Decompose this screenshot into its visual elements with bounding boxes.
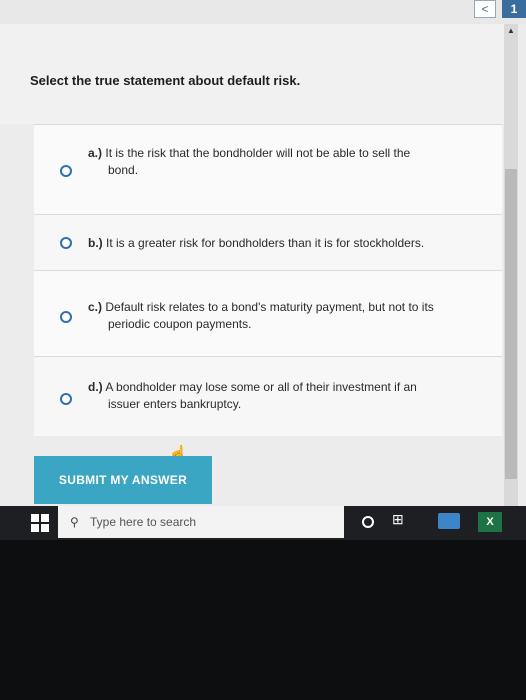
browser-content: < 1 Select the true statement about defa… bbox=[0, 0, 526, 506]
option-a-line2: bond. bbox=[108, 163, 139, 177]
radio-option-a[interactable] bbox=[60, 165, 72, 177]
taskbar-search-box[interactable]: ⚲ Type here to search bbox=[58, 506, 344, 538]
page-number-button[interactable]: 1 bbox=[502, 0, 526, 18]
scroll-thumb[interactable] bbox=[505, 169, 517, 479]
windows-icon[interactable] bbox=[30, 513, 50, 533]
cortana-icon[interactable] bbox=[362, 516, 374, 528]
option-d-line2: issuer enters bankruptcy. bbox=[108, 397, 242, 411]
option-b-text: b.) It is a greater risk for bondholders… bbox=[88, 235, 484, 252]
option-d-letter: d.) bbox=[88, 380, 103, 394]
option-c[interactable]: c.) Default risk relates to a bond's mat… bbox=[34, 270, 502, 356]
scrollbar[interactable]: ▲ bbox=[504, 24, 518, 506]
option-d-line1: A bondholder may lose some or all of the… bbox=[105, 380, 417, 394]
option-d-text: d.) A bondholder may lose some or all of… bbox=[88, 379, 484, 413]
option-b-line1: It is a greater risk for bondholders tha… bbox=[106, 236, 425, 250]
option-d[interactable]: d.) A bondholder may lose some or all of… bbox=[34, 356, 502, 436]
prev-page-button[interactable]: < bbox=[474, 0, 496, 18]
task-view-icon[interactable]: ⊞ bbox=[392, 511, 404, 528]
radio-option-c[interactable] bbox=[60, 311, 72, 323]
option-c-line2: periodic coupon payments. bbox=[108, 317, 252, 331]
option-c-line1: Default risk relates to a bond's maturit… bbox=[105, 300, 434, 314]
option-b-letter: b.) bbox=[88, 236, 103, 250]
radio-option-b[interactable] bbox=[60, 237, 72, 249]
excel-icon[interactable]: X bbox=[478, 512, 502, 532]
option-a-line1: It is the risk that the bondholder will … bbox=[105, 146, 411, 160]
search-icon: ⚲ bbox=[70, 515, 79, 529]
monitor-bezel bbox=[0, 540, 526, 700]
option-a-letter: a.) bbox=[88, 146, 103, 160]
option-a[interactable]: a.) It is the risk that the bondholder w… bbox=[34, 124, 502, 214]
file-explorer-icon[interactable] bbox=[438, 513, 460, 529]
option-c-text: c.) Default risk relates to a bond's mat… bbox=[88, 299, 484, 333]
question-text: Select the true statement about default … bbox=[30, 73, 301, 88]
scroll-up-icon[interactable]: ▲ bbox=[507, 26, 515, 35]
top-strip: < 1 bbox=[0, 0, 526, 24]
radio-option-d[interactable] bbox=[60, 393, 72, 405]
search-placeholder: Type here to search bbox=[90, 515, 197, 529]
submit-answer-button[interactable]: SUBMIT MY ANSWER bbox=[34, 456, 212, 504]
option-c-letter: c.) bbox=[88, 300, 103, 314]
option-a-text: a.) It is the risk that the bondholder w… bbox=[88, 145, 484, 179]
option-b[interactable]: b.) It is a greater risk for bondholders… bbox=[34, 214, 502, 270]
